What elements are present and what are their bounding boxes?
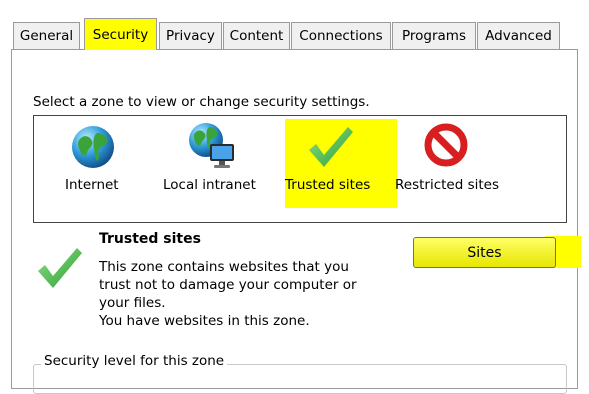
description-line: your files. (99, 295, 166, 311)
selected-zone-description: This zone contains websites that you tru… (99, 258, 357, 330)
selected-zone-title: Trusted sites (99, 231, 201, 247)
tab-programs[interactable]: Programs (392, 22, 476, 49)
zone-internet-label: Internet (65, 177, 119, 193)
description-line: trust not to damage your computer or (99, 277, 357, 293)
checkmark-icon (309, 127, 353, 167)
zone-local-intranet-label: Local intranet (163, 177, 256, 193)
tab-advanced-label: Advanced (485, 28, 552, 44)
tab-content-label: Content (229, 28, 284, 44)
tab-security-label: Security (92, 26, 149, 43)
tab-connections-label: Connections (299, 28, 383, 44)
tab-general[interactable]: General (13, 22, 80, 49)
sites-button[interactable]: Sites (413, 237, 556, 268)
description-line: This zone contains websites that you (99, 259, 349, 275)
tab-privacy[interactable]: Privacy (159, 22, 222, 49)
security-level-label: Security level for this zone (41, 353, 228, 369)
description-line: You have websites in this zone. (99, 313, 310, 329)
tab-advanced[interactable]: Advanced (477, 22, 560, 49)
tab-security[interactable]: Security (84, 18, 157, 50)
zone-instruction: Select a zone to view or change security… (33, 94, 370, 110)
prohibited-icon (424, 123, 468, 167)
tab-general-label: General (19, 28, 74, 44)
tab-programs-label: Programs (402, 28, 466, 44)
tab-connections[interactable]: Connections (291, 22, 391, 49)
tab-privacy-label: Privacy (166, 28, 215, 44)
zone-restricted-sites-label: Restricted sites (395, 177, 500, 193)
intranet-icon (189, 123, 234, 168)
tab-content[interactable]: Content (223, 22, 290, 49)
sites-button-label: Sites (467, 244, 502, 261)
globe-icon (72, 126, 114, 168)
trusted-sites-checkmark-icon (38, 248, 82, 288)
zone-trusted-sites-label: Trusted sites (285, 177, 371, 193)
